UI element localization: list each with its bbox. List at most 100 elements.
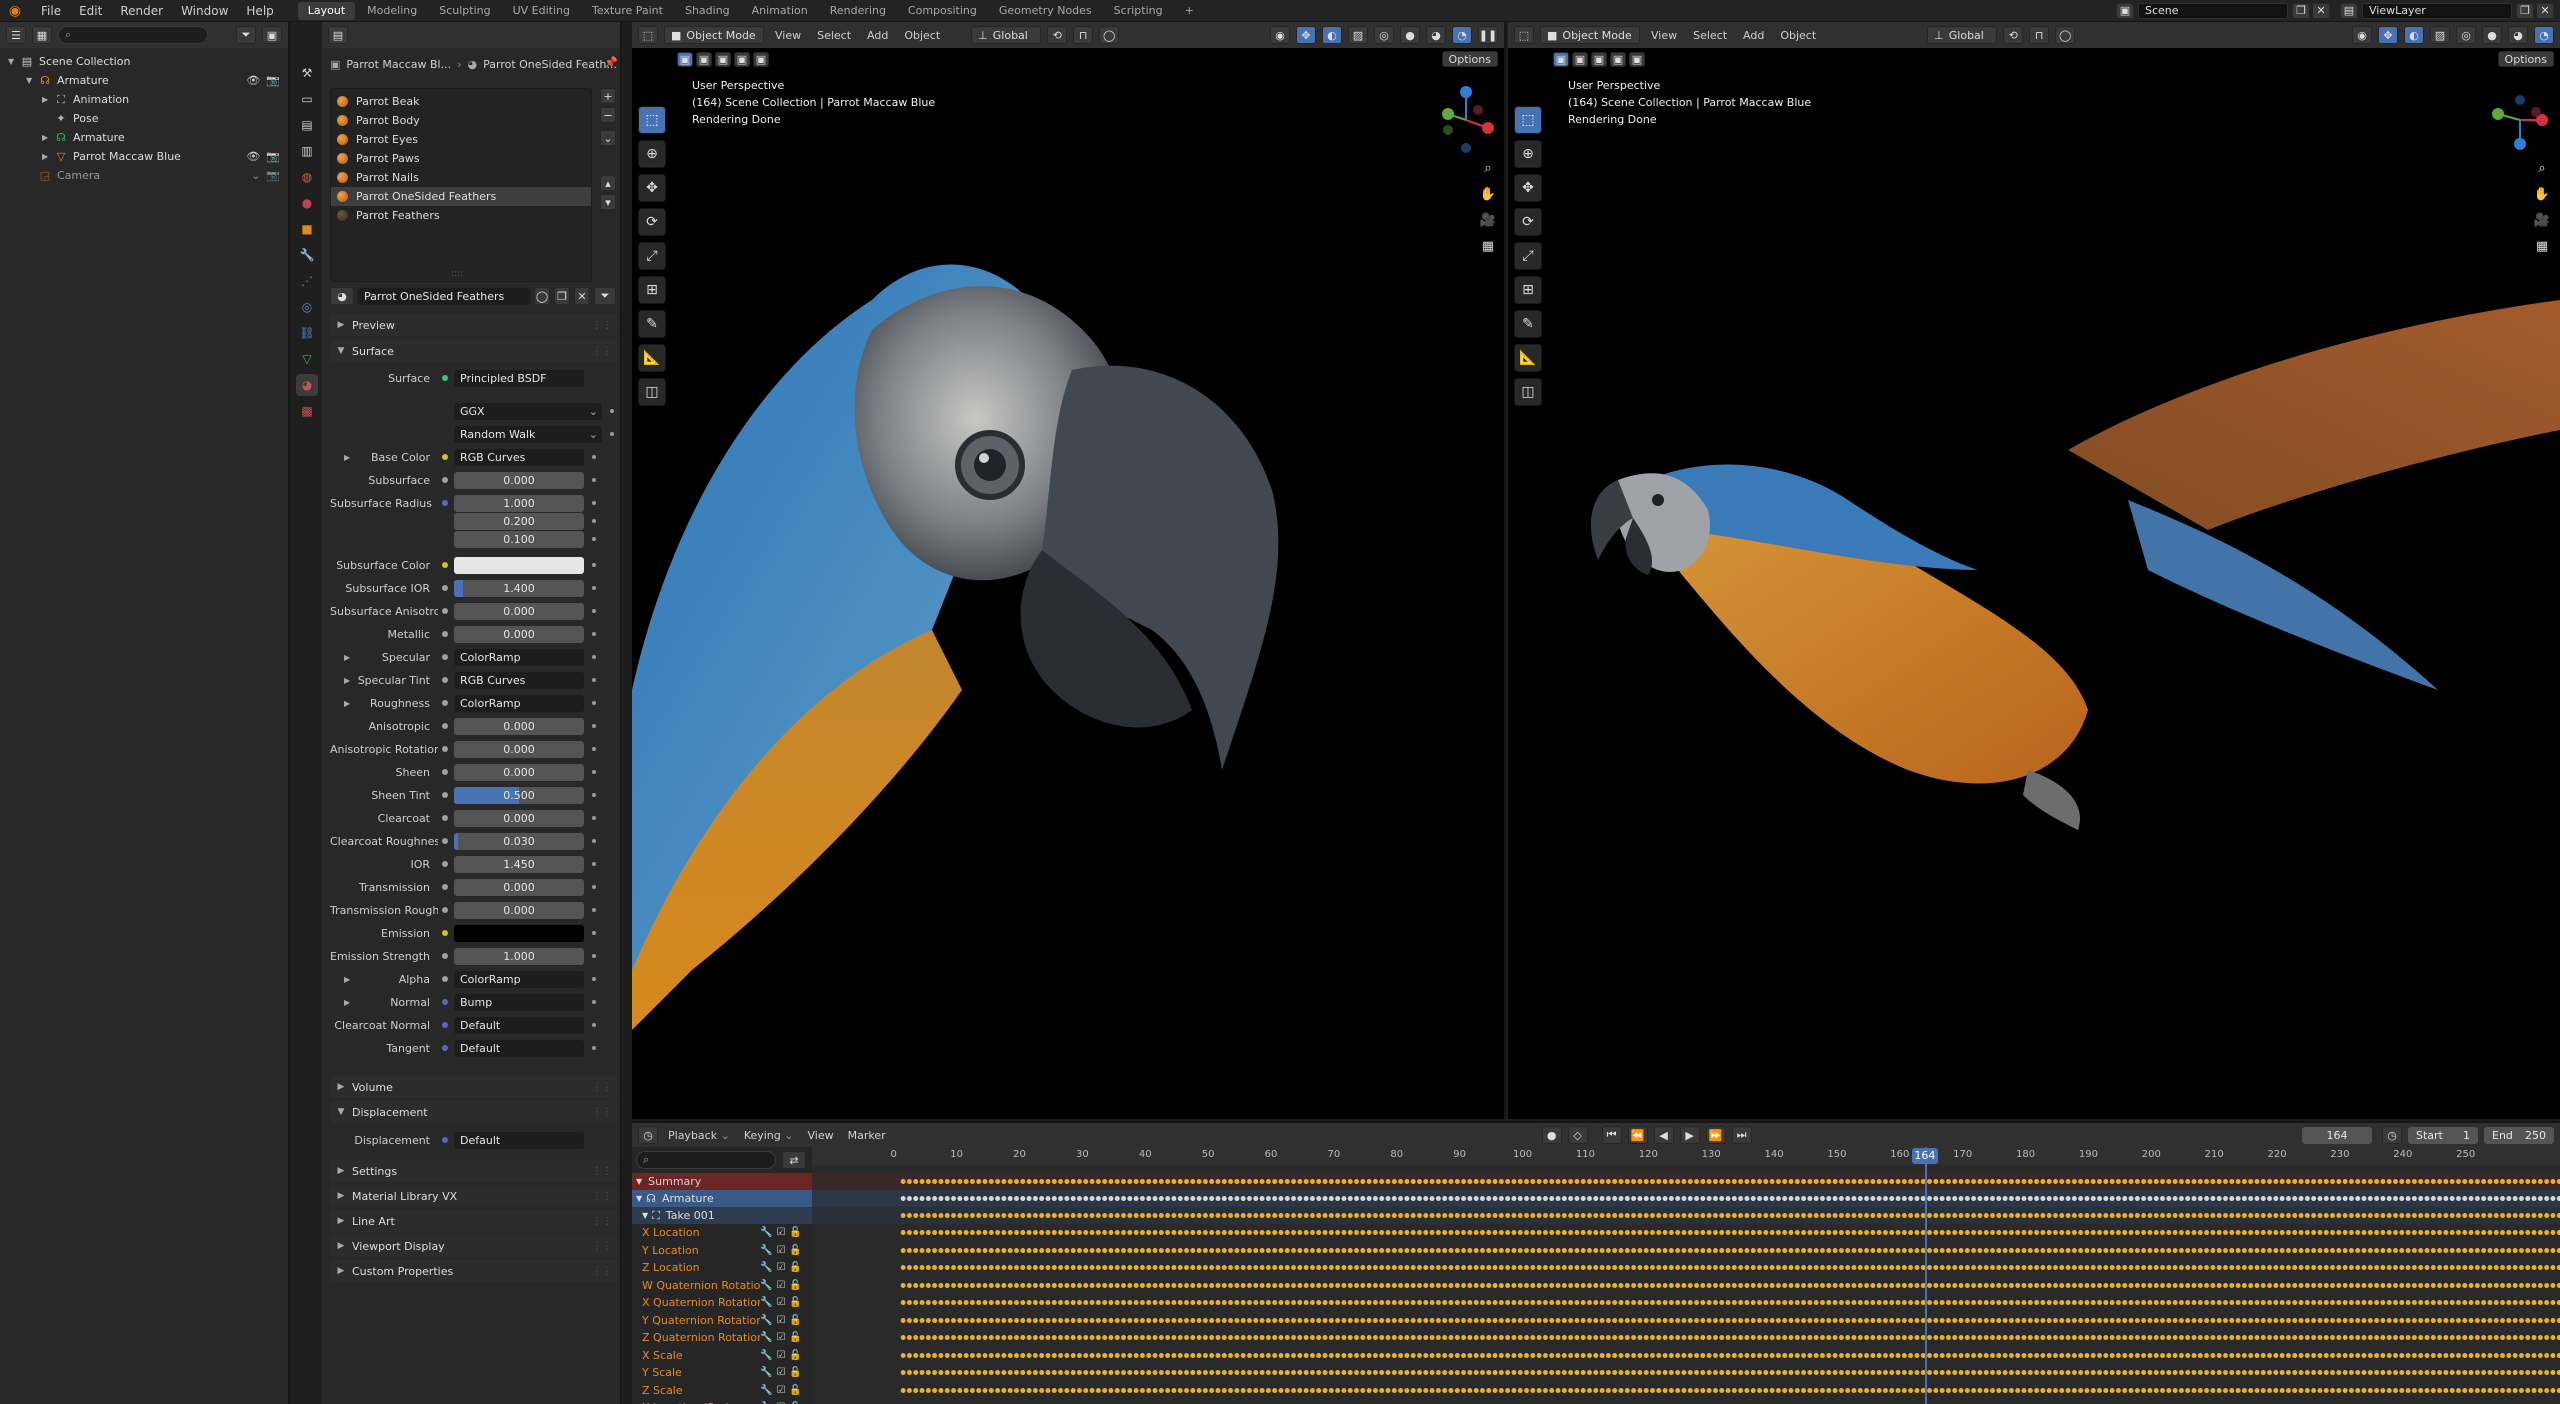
checkbox-icon[interactable]: ☑ [776, 1385, 785, 1396]
chevron-right-icon[interactable]: ▶ [344, 699, 350, 708]
unlink-material-icon[interactable]: ✕ [574, 287, 590, 305]
material-slot-item[interactable]: Parrot Body [331, 111, 591, 130]
outliner-row[interactable]: ◲ Camera ⌄ 📷 [4, 166, 288, 185]
lock-icon[interactable]: 🔓 [789, 1227, 801, 1238]
animate-dot-icon[interactable] [592, 908, 596, 912]
breadcrumb-material[interactable]: Parrot OneSided Feath... [483, 58, 617, 71]
value-slider[interactable]: 0.000 [454, 471, 584, 489]
editor-type-icon[interactable]: ▤ [328, 26, 348, 44]
value-slider[interactable]: 0.030 [454, 832, 584, 850]
overlay-icon[interactable]: ◐ [1322, 26, 1342, 44]
texture-tab-icon[interactable]: ▩ [296, 400, 318, 422]
workspace-tab-compositing[interactable]: Compositing [898, 2, 987, 20]
workspace-tab-shading[interactable]: Shading [675, 2, 740, 20]
keyframe-row[interactable] [900, 1298, 2560, 1307]
select-mode-extend-icon[interactable]: ▣ [696, 51, 712, 67]
grip-icon[interactable]: ⋮⋮ [592, 1241, 612, 1252]
display-mode-icon[interactable]: ▦ [32, 26, 52, 44]
measure-tool-icon[interactable]: 📐 [638, 344, 666, 372]
outliner-row[interactable]: ✦ Pose [4, 109, 288, 128]
keyframe-row[interactable] [900, 1350, 2560, 1360]
measure-tool-icon[interactable]: 📐 [1514, 344, 1542, 372]
scale-tool-icon[interactable]: ⤢ [638, 242, 666, 270]
workspace-tab-modeling[interactable]: Modeling [357, 2, 427, 20]
chevron-right-icon[interactable]: ▶ [344, 653, 350, 662]
zoom-icon[interactable]: ⌕ [1478, 158, 1498, 178]
checkbox-icon[interactable]: ☑ [776, 1262, 785, 1273]
remove-slot-button[interactable]: − [600, 107, 616, 123]
chevron-right-icon[interactable]: ▶ [344, 998, 350, 1007]
select-menu[interactable]: Select [1688, 29, 1732, 42]
menu-help[interactable]: Help [237, 0, 282, 22]
keyframe-row[interactable] [900, 1245, 2560, 1255]
grip-icon[interactable]: ⋮⋮ [592, 1216, 612, 1227]
grip-icon[interactable]: ⋮⋮ [592, 1266, 612, 1277]
keyframe-row[interactable] [900, 1333, 2560, 1342]
fcurve-channel[interactable]: X Scale 🔧 ☑ 🔓 [632, 1347, 812, 1364]
animate-dot-icon[interactable] [592, 724, 596, 728]
linked-node-field[interactable]: Default [454, 1016, 584, 1034]
chevron-right-icon[interactable]: ▶ [344, 453, 350, 462]
pivot-icon[interactable]: ⟲ [1047, 26, 1068, 44]
section-settings[interactable]: ▶ Settings ⋮⋮ [330, 1160, 618, 1182]
view-menu[interactable]: View [770, 29, 806, 42]
shading-material-icon[interactable]: ◕ [1426, 26, 1446, 44]
chevron-down-icon[interactable]: ▼ [8, 57, 20, 66]
editor-type-icon[interactable]: ☰ [6, 26, 26, 44]
material-slot-item[interactable]: Parrot Beak [331, 92, 591, 111]
physics-tab-icon[interactable]: ◎ [296, 296, 318, 318]
camera-render-icon[interactable]: 📷 [266, 169, 280, 182]
checkbox-icon[interactable]: ☑ [776, 1245, 785, 1256]
grid-view-icon[interactable]: ▦ [2532, 236, 2552, 256]
object-menu[interactable]: Object [899, 29, 945, 42]
marker-menu[interactable]: Marker [844, 1129, 890, 1142]
outliner-row[interactable]: ▶ ▽ Parrot Maccaw Blue 👁 📷 [4, 147, 288, 166]
value-slider[interactable]: 1.000 [454, 494, 584, 512]
jump-start-icon[interactable]: ⏮ [1601, 1126, 1622, 1144]
view-layer-selector[interactable]: ViewLayer [2362, 2, 2512, 19]
camera-render-icon[interactable]: 📷 [266, 150, 280, 163]
options-dropdown[interactable]: Options [1441, 51, 1498, 67]
add-cube-tool-icon[interactable]: ◫ [1514, 378, 1542, 406]
material-tab-icon[interactable]: ◕ [296, 374, 318, 396]
modifier-wrench-icon[interactable]: 🔧 [760, 1297, 772, 1308]
grip-icon[interactable]: ⋮⋮ [592, 320, 612, 331]
camera-view-icon[interactable]: 🎥 [2532, 210, 2552, 230]
linked-node-field[interactable]: Bump [454, 993, 584, 1011]
animate-dot-icon[interactable] [592, 563, 596, 567]
move-tool-icon[interactable]: ✥ [638, 174, 666, 202]
section-displacement[interactable]: ▼ Displacement ⋮⋮ [330, 1101, 618, 1123]
object-channel[interactable]: ▼ ☊ Armature [632, 1190, 812, 1207]
keyframe-row[interactable] [900, 1263, 2560, 1272]
navigation-gizmo[interactable] [2480, 80, 2560, 160]
section-viewport-display[interactable]: ▶ Viewport Display ⋮⋮ [330, 1235, 618, 1257]
animate-dot-icon[interactable] [592, 770, 596, 774]
move-slot-up-button[interactable]: ▴ [600, 175, 616, 191]
fcurve-channel[interactable]: Y Location 🔧 ☑ 🔓 [632, 1242, 812, 1259]
value-slider[interactable]: 0.000 [454, 602, 584, 620]
xray-icon[interactable]: ▨ [2430, 26, 2450, 44]
select-mode-intersect-icon[interactable]: ▣ [1629, 51, 1645, 67]
shading-rendered-icon[interactable]: ◔ [1452, 26, 1472, 44]
keyframe-row[interactable] [900, 1211, 2560, 1220]
chevron-right-icon[interactable]: ▶ [42, 133, 54, 142]
cursor-tool-icon[interactable]: ⊕ [638, 140, 666, 168]
chevron-down-icon[interactable]: ▼ [26, 76, 38, 85]
animate-dot-icon[interactable] [592, 839, 596, 843]
value-slider[interactable]: 0.000 [454, 717, 584, 735]
snap-icon[interactable]: ⊓ [2029, 26, 2050, 44]
prev-keyframe-icon[interactable]: ⏪ [1627, 1126, 1648, 1144]
constraints-tab-icon[interactable]: ⛓ [296, 322, 318, 344]
fcurve-channel[interactable]: X Location 🔧 ☑ 🔓 [632, 1224, 812, 1241]
animate-dot-icon[interactable] [592, 455, 596, 459]
lock-icon[interactable]: 🔓 [789, 1245, 801, 1256]
value-slider[interactable]: 0.000 [454, 901, 584, 919]
animate-dot-icon[interactable] [592, 537, 596, 541]
zoom-icon[interactable]: ⌕ [2532, 158, 2552, 178]
proportional-edit-icon[interactable]: ◯ [2055, 26, 2076, 44]
color-swatch[interactable] [454, 556, 584, 574]
color-swatch[interactable] [454, 924, 584, 942]
breadcrumb-object[interactable]: Parrot Maccaw Bl... [346, 58, 451, 71]
lock-icon[interactable]: 🔓 [789, 1332, 801, 1343]
animate-dot-icon[interactable] [592, 885, 596, 889]
